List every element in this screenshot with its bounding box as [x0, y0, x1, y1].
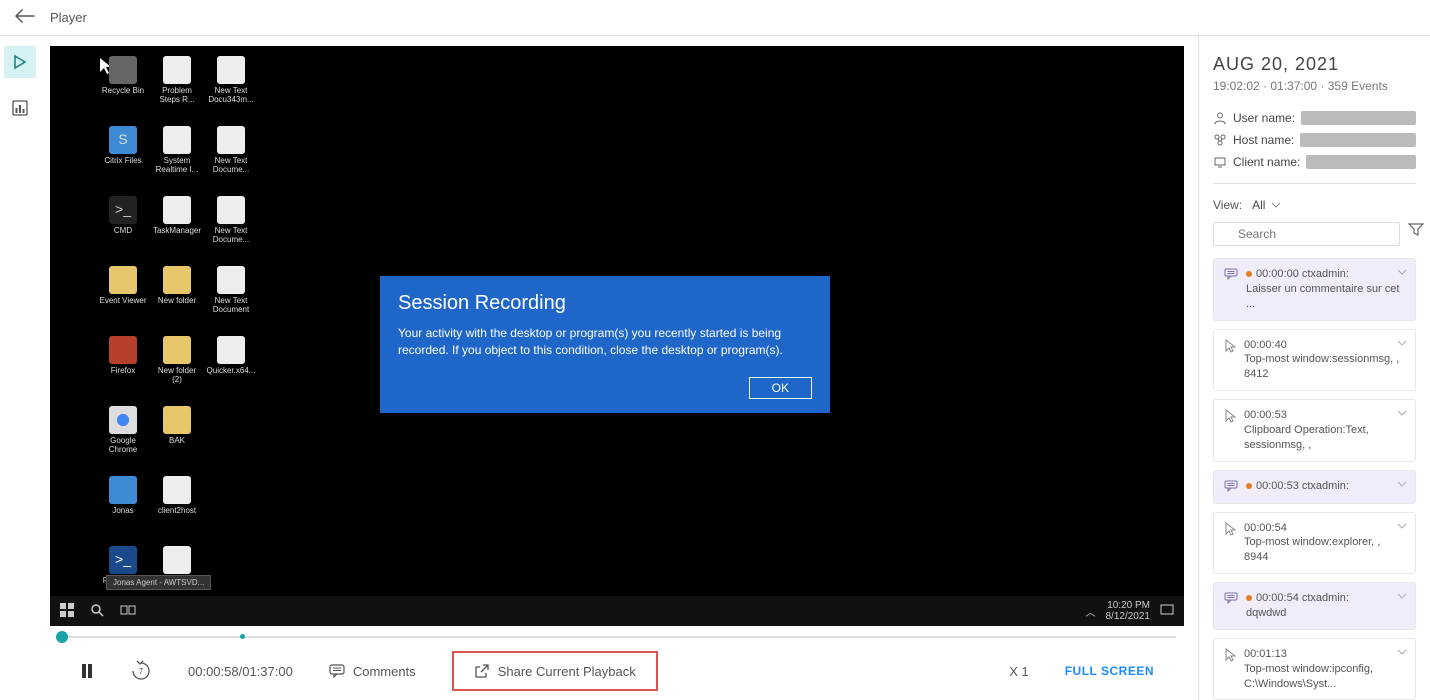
desktop-icon[interactable]: client2host: [152, 476, 202, 542]
host-icon: [1213, 133, 1227, 147]
chevron-down-icon: [1397, 340, 1407, 346]
chevron-down-icon: [1397, 523, 1407, 529]
desktop-icon[interactable]: New Text Docu343m...: [206, 56, 256, 122]
info-user-row: User name:: [1213, 111, 1416, 125]
notifications-icon[interactable]: [1160, 603, 1174, 620]
cursor-icon: [1224, 648, 1236, 665]
desktop-icon[interactable]: New folder (2): [152, 336, 202, 402]
host-name-value: [1300, 133, 1416, 147]
left-rail: [0, 36, 40, 700]
chevron-down-icon: [1397, 593, 1407, 599]
desktop-icon[interactable]: System Realtime I...: [152, 126, 202, 192]
event-item[interactable]: 00:00:40 Top-most window:sessionmsg, , 8…: [1213, 329, 1416, 392]
search-icon[interactable]: [90, 603, 104, 620]
user-icon: [1213, 111, 1227, 125]
cursor-icon: [1224, 522, 1236, 539]
client-name-value: [1306, 155, 1416, 169]
taskview-icon[interactable]: [120, 603, 136, 620]
rail-stats-button[interactable]: [4, 92, 36, 124]
taskbar: ︿ 10:20 PM 8/12/2021: [50, 596, 1184, 626]
time-display: 00:00:58/01:37:00: [188, 664, 293, 679]
pause-button[interactable]: [80, 663, 94, 679]
fullscreen-button[interactable]: FULL SCREEN: [1065, 664, 1154, 678]
view-dropdown[interactable]: All: [1252, 198, 1281, 212]
event-item[interactable]: 00:00:53 Clipboard Operation:Text, sessi…: [1213, 399, 1416, 462]
desktop-icon[interactable]: TaskManager: [152, 196, 202, 262]
dialog-body: Your activity with the desktop or progra…: [398, 325, 812, 359]
info-host-row: Host name:: [1213, 133, 1416, 147]
comment-dot-icon: [1246, 271, 1252, 277]
events-list: 00:00:00 ctxadmin:Laisser un commentaire…: [1213, 258, 1416, 700]
event-item[interactable]: 00:00:54 ctxadmin:dqwdwd: [1213, 582, 1416, 630]
playback-controls: 7 00:00:58/01:37:00 Comments Share Curre…: [50, 646, 1184, 696]
chevron-down-icon: [1397, 269, 1407, 275]
event-item[interactable]: 00:00:53 ctxadmin:: [1213, 470, 1416, 504]
divider: [1213, 183, 1416, 184]
events-search-input[interactable]: [1213, 222, 1400, 246]
scrub-bar[interactable]: [50, 628, 1184, 646]
desktop-icon[interactable]: Event Viewer: [98, 266, 148, 332]
cursor-icon: [1224, 409, 1236, 426]
desktop-icon[interactable]: Problem Steps R...: [152, 56, 202, 122]
taskbar-time: 10:20 PM: [1107, 600, 1150, 611]
running-app-pill: Jonas Agent - AWTSVD...: [106, 575, 211, 590]
rewind-button[interactable]: 7: [130, 660, 152, 682]
comment-icon: [1224, 480, 1238, 495]
page-title: Player: [50, 10, 87, 25]
chevron-down-icon: [1397, 481, 1407, 487]
desktop-icon[interactable]: Google Chrome: [98, 406, 148, 472]
comment-icon: [1224, 268, 1238, 283]
comment-dot-icon: [1246, 483, 1252, 489]
scrub-marker[interactable]: [240, 634, 245, 639]
details-panel: AUG 20, 2021 19:02:02 · 01:37:00 · 359 E…: [1198, 36, 1430, 700]
event-item[interactable]: 00:01:13 Top-most window:ipconfig, C:\Wi…: [1213, 638, 1416, 700]
desktop-icon[interactable]: New Text Document: [206, 266, 256, 332]
svg-text:7: 7: [139, 667, 144, 676]
desktop-icon[interactable]: >_CMD: [98, 196, 148, 262]
video-viewport[interactable]: Recycle BinProblem Steps R...New Text Do…: [50, 46, 1184, 626]
filter-button[interactable]: [1408, 222, 1424, 246]
share-playback-button[interactable]: Share Current Playback: [452, 651, 658, 691]
dialog-ok-button[interactable]: OK: [749, 377, 812, 399]
header-bar: Player: [0, 0, 1430, 36]
chevron-down-icon: [1271, 202, 1281, 208]
scrub-handle[interactable]: [56, 631, 68, 643]
desktop-icon[interactable]: Quicker.x64...: [206, 336, 256, 402]
chevron-down-icon: [1397, 410, 1407, 416]
session-summary: 19:02:02 · 01:37:00 · 359 Events: [1213, 79, 1416, 93]
tray-up-icon[interactable]: ︿: [1086, 604, 1096, 619]
user-name-value: [1301, 111, 1416, 125]
rail-play-button[interactable]: [4, 46, 36, 78]
chevron-down-icon: [1397, 649, 1407, 655]
event-item[interactable]: 00:00:00 ctxadmin:Laisser un commentaire…: [1213, 258, 1416, 321]
event-item[interactable]: 00:00:54 Top-most window:explorer, , 894…: [1213, 512, 1416, 575]
taskbar-date: 8/12/2021: [1106, 611, 1151, 622]
comment-dot-icon: [1246, 595, 1252, 601]
session-date: AUG 20, 2021: [1213, 54, 1416, 75]
back-button[interactable]: [14, 9, 36, 26]
desktop-icons-grid: Recycle BinProblem Steps R...New Text Do…: [98, 56, 256, 612]
desktop-icon[interactable]: Firefox: [98, 336, 148, 402]
desktop-icon[interactable]: New Text Docume...: [206, 196, 256, 262]
desktop-icon[interactable]: Jonas: [98, 476, 148, 542]
desktop-icon[interactable]: SCitrix Files: [98, 126, 148, 192]
desktop-icon[interactable]: BAK: [152, 406, 202, 472]
comment-icon: [1224, 592, 1238, 607]
playback-speed[interactable]: X 1: [1009, 664, 1029, 679]
comments-button[interactable]: Comments: [329, 664, 416, 679]
desktop-icon[interactable]: Recycle Bin: [98, 56, 148, 122]
client-icon: [1213, 155, 1227, 169]
desktop-icon[interactable]: New Text Docume...: [206, 126, 256, 192]
session-recording-dialog: Session Recording Your activity with the…: [380, 276, 830, 413]
view-label: View:: [1213, 198, 1242, 212]
cursor-icon: [1224, 339, 1236, 356]
start-button-icon[interactable]: [60, 603, 74, 620]
desktop-icon[interactable]: New folder: [152, 266, 202, 332]
info-client-row: Client name:: [1213, 155, 1416, 169]
dialog-title: Session Recording: [398, 292, 812, 315]
